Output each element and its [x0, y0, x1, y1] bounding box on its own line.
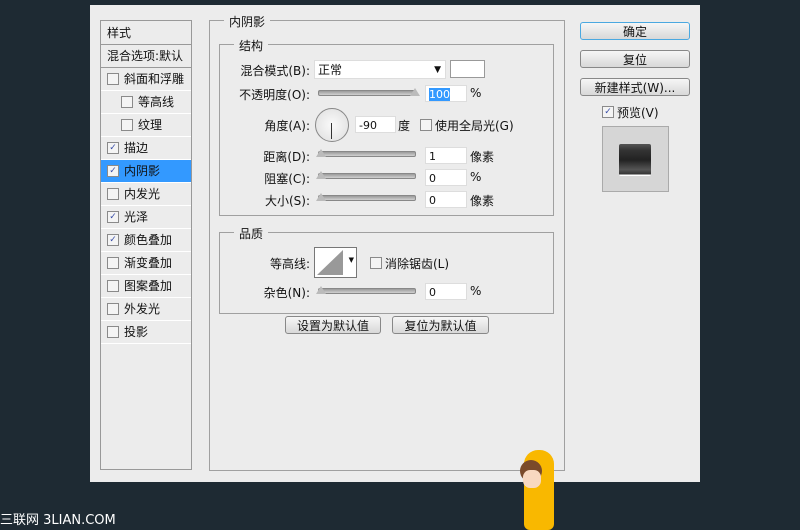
angle-label: 角度(A):	[264, 119, 310, 133]
style-preview	[602, 126, 669, 192]
style-item[interactable]: ✓ 光泽	[101, 206, 191, 229]
style-item-label: 光泽	[124, 210, 149, 224]
structure-title: 结构	[234, 37, 269, 54]
style-item-label: 斜面和浮雕	[124, 72, 185, 86]
style-item[interactable]: 纹理	[101, 114, 191, 137]
slider-thumb[interactable]	[316, 149, 326, 157]
style-item-label: 外发光	[124, 302, 161, 316]
style-item[interactable]: 等高线	[101, 91, 191, 114]
distance-label: 距离(D):	[263, 150, 310, 164]
style-item-label: 等高线	[138, 95, 175, 109]
size-input[interactable]: 0	[425, 191, 467, 208]
contour-curve-icon	[317, 250, 343, 275]
style-item[interactable]: ✓ 颜色叠加	[101, 229, 191, 252]
angle-dial[interactable]	[315, 108, 349, 142]
slider-thumb[interactable]	[316, 171, 326, 179]
style-item[interactable]: ✓ 描边	[101, 137, 191, 160]
noise-unit: %	[470, 284, 482, 298]
blend-mode-value: 正常	[318, 63, 343, 77]
slider-thumb[interactable]	[316, 286, 326, 294]
checkbox[interactable]	[107, 280, 119, 292]
chevron-down-icon: ▼	[348, 256, 354, 264]
style-item[interactable]: 渐变叠加	[101, 252, 191, 275]
style-item-label: 内阴影	[124, 164, 161, 178]
global-light-label: 使用全局光(G)	[435, 119, 514, 133]
contour-label: 等高线:	[269, 257, 310, 271]
slider-thumb[interactable]	[410, 88, 420, 96]
choke-label: 阻塞(C):	[264, 172, 310, 186]
blending-options-item[interactable]: 混合选项:默认	[101, 45, 191, 68]
chevron-down-icon: ▼	[434, 65, 441, 75]
quality-group: 品质	[219, 225, 554, 314]
blend-mode-label: 混合模式(B):	[240, 64, 310, 78]
reset-default-button[interactable]: 复位为默认值	[392, 316, 489, 334]
checkbox[interactable]	[121, 96, 133, 108]
style-item-label: 描边	[124, 141, 149, 155]
distance-unit: 像素	[470, 150, 495, 164]
checkbox[interactable]	[107, 326, 119, 338]
size-label: 大小(S):	[264, 194, 310, 208]
checkbox[interactable]	[107, 257, 119, 269]
percent-unit: %	[470, 86, 482, 100]
preview-checkbox[interactable]: ✓	[602, 106, 614, 118]
opacity-value: 100	[429, 88, 450, 101]
new-style-button[interactable]: 新建样式(W)...	[580, 78, 690, 96]
checkbox[interactable]	[107, 303, 119, 315]
size-slider[interactable]	[316, 193, 416, 201]
style-item-label: 投影	[124, 325, 149, 339]
checkbox[interactable]: ✓	[107, 234, 119, 246]
choke-input[interactable]: 0	[425, 169, 467, 186]
opacity-label: 不透明度(O):	[239, 88, 310, 102]
noise-input[interactable]: 0	[425, 283, 467, 300]
checkbox[interactable]: ✓	[107, 142, 119, 154]
opacity-input[interactable]: 100	[425, 85, 467, 102]
checkbox[interactable]	[107, 188, 119, 200]
shadow-color-swatch[interactable]	[450, 60, 485, 78]
noise-slider[interactable]	[316, 286, 416, 294]
blend-mode-select[interactable]: 正常 ▼	[314, 60, 446, 79]
antialias-checkbox[interactable]	[370, 257, 382, 269]
preview-swatch-icon	[619, 144, 651, 176]
style-item[interactable]: 图案叠加	[101, 275, 191, 298]
style-item[interactable]: 外发光	[101, 298, 191, 321]
size-unit: 像素	[470, 194, 495, 208]
checkbox[interactable]: ✓	[107, 165, 119, 177]
style-item-label: 颜色叠加	[124, 233, 173, 247]
contour-picker[interactable]: ▼	[314, 247, 357, 278]
group-title: 内阴影	[224, 13, 271, 30]
angle-input[interactable]: -90	[355, 116, 396, 133]
styles-header[interactable]: 样式	[101, 21, 191, 45]
preview-label: 预览(V)	[617, 106, 659, 120]
make-default-button[interactable]: 设置为默认值	[285, 316, 381, 334]
choke-slider[interactable]	[316, 171, 416, 179]
noise-label: 杂色(N):	[263, 286, 310, 300]
angle-unit: 度	[398, 119, 411, 133]
style-item-label: 渐变叠加	[124, 256, 173, 270]
slider-thumb[interactable]	[316, 193, 326, 201]
style-item-label: 内发光	[124, 187, 161, 201]
style-item[interactable]: ✓ 内阴影	[101, 160, 191, 183]
quality-title: 品质	[234, 225, 269, 242]
watermark: 三联网 3LIAN.COM	[0, 513, 116, 528]
ok-button[interactable]: 确定	[580, 22, 690, 40]
checkbox[interactable]	[107, 73, 119, 85]
distance-input[interactable]: 1	[425, 147, 467, 164]
global-light-checkbox[interactable]	[420, 119, 432, 131]
style-item-label: 图案叠加	[124, 279, 173, 293]
choke-unit: %	[470, 170, 482, 184]
styles-list: 样式 混合选项:默认 斜面和浮雕等高线纹理 ✓ 描边 ✓ 内阴影内发光 ✓ 光泽 ✓ 颜色叠加渐…	[100, 20, 192, 470]
antialias-label: 消除锯齿(L)	[385, 257, 450, 271]
style-item-label: 纹理	[138, 118, 163, 132]
opacity-slider[interactable]	[318, 88, 420, 96]
style-item[interactable]: 斜面和浮雕	[101, 68, 191, 91]
reset-button[interactable]: 复位	[580, 50, 690, 68]
style-item[interactable]: 内发光	[101, 183, 191, 206]
mascot-image	[518, 442, 568, 530]
distance-slider[interactable]	[316, 149, 416, 157]
checkbox[interactable]	[121, 119, 133, 131]
checkbox[interactable]: ✓	[107, 211, 119, 223]
style-item[interactable]: 投影	[101, 321, 191, 344]
